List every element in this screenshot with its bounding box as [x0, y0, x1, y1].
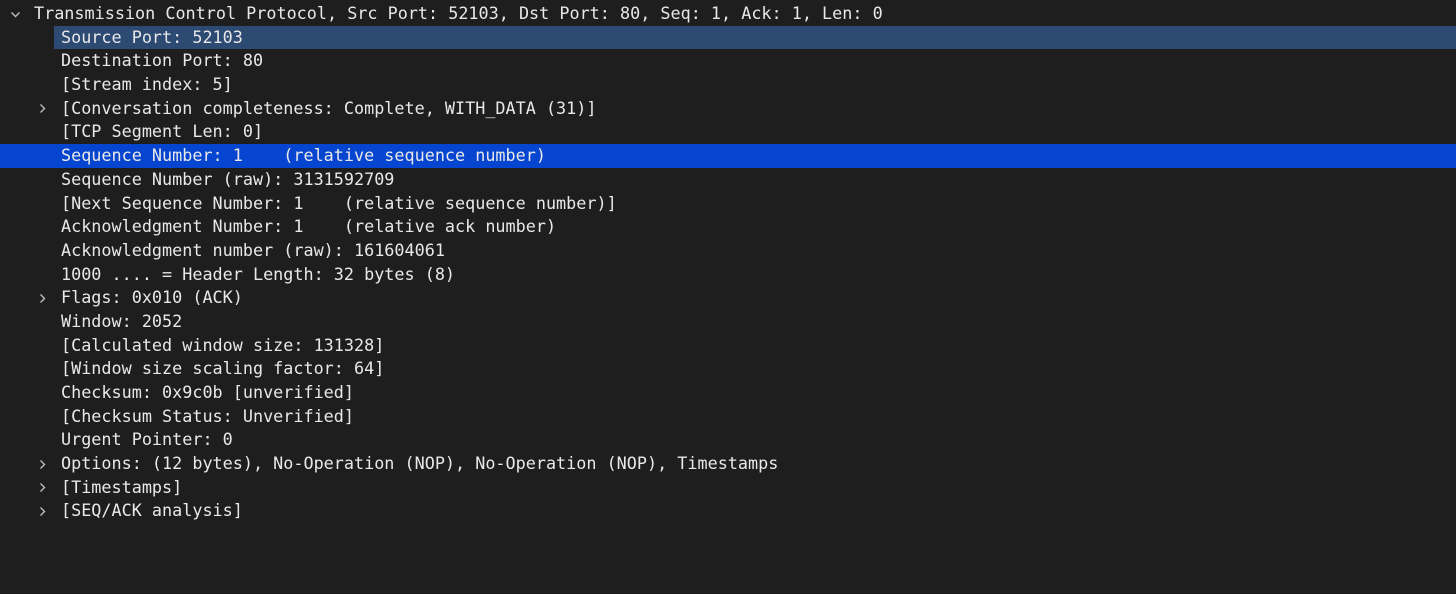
tree-item-checksum[interactable]: Checksum: 0x9c0b [unverified]	[0, 381, 1456, 405]
tree-item-window[interactable]: Window: 2052	[0, 310, 1456, 334]
tree-item-seq-ack-analysis[interactable]: [SEQ/ACK analysis]	[0, 499, 1456, 523]
tree-item-label: Flags: 0x010 (ACK)	[61, 287, 243, 308]
tree-item-flags[interactable]: Flags: 0x010 (ACK)	[0, 286, 1456, 310]
tree-item-sequence-number[interactable]: Sequence Number: 1 (relative sequence nu…	[0, 144, 1456, 168]
packet-details-tree: Transmission Control Protocol, Src Port:…	[0, 0, 1456, 556]
tree-item-label: [Checksum Status: Unverified]	[61, 405, 354, 426]
tree-item-window-size-scaling-factor[interactable]: [Window size scaling factor: 64]	[0, 357, 1456, 381]
tree-item-label: Source Port: 52103	[61, 26, 243, 47]
chevron-right-icon[interactable]	[35, 476, 49, 500]
tree-item-label: Sequence Number (raw): 3131592709	[61, 168, 395, 189]
tree-item-label: 1000 .... = Header Length: 32 bytes (8)	[61, 263, 456, 284]
chevron-right-icon[interactable]	[35, 452, 49, 476]
tree-item-timestamps[interactable]: [Timestamps]	[0, 476, 1456, 500]
tree-item-label: [Next Sequence Number: 1 (relative seque…	[61, 192, 617, 213]
tree-item-acknowledgment-number-raw[interactable]: Acknowledgment number (raw): 161604061	[0, 239, 1456, 263]
tree-item-stream-index[interactable]: [Stream index: 5]	[0, 73, 1456, 97]
tree-item-destination-port[interactable]: Destination Port: 80	[0, 49, 1456, 73]
tree-item-label: [TCP Segment Len: 0]	[61, 121, 264, 142]
tree-item-label: [SEQ/ACK analysis]	[61, 500, 243, 521]
tree-item-label: Checksum: 0x9c0b [unverified]	[61, 382, 354, 402]
chevron-right-icon[interactable]	[35, 286, 49, 310]
tree-item-label: Transmission Control Protocol, Src Port:…	[34, 3, 883, 23]
tree-item-label: Urgent Pointer: 0	[61, 429, 233, 450]
tree-item-label: Acknowledgment Number: 1 (relative ack n…	[61, 216, 557, 237]
tree-item-label: Sequence Number: 1 (relative sequence nu…	[61, 145, 546, 166]
tree-item-next-sequence-number[interactable]: [Next Sequence Number: 1 (relative seque…	[0, 192, 1456, 216]
tree-item-label: [Window size scaling factor: 64]	[61, 358, 385, 379]
tree-item-acknowledgment-number[interactable]: Acknowledgment Number: 1 (relative ack n…	[0, 215, 1456, 239]
tree-item-tcp-segment-len[interactable]: [TCP Segment Len: 0]	[0, 120, 1456, 144]
chevron-down-icon[interactable]	[8, 2, 22, 26]
tree-item-checksum-status[interactable]: [Checksum Status: Unverified]	[0, 405, 1456, 429]
tree-item-label: [Stream index: 5]	[61, 74, 233, 95]
tree-item-options[interactable]: Options: (12 bytes), No-Operation (NOP),…	[0, 452, 1456, 476]
tree-item-conversation-completeness[interactable]: [Conversation completeness: Complete, WI…	[0, 97, 1456, 121]
tree-item-label: Options: (12 bytes), No-Operation (NOP),…	[61, 453, 779, 474]
tree-item-urgent-pointer[interactable]: Urgent Pointer: 0	[0, 428, 1456, 452]
tree-item-label: Window: 2052	[61, 310, 183, 331]
tree-item-label: [Conversation completeness: Complete, WI…	[61, 97, 597, 118]
tree-item-source-port[interactable]: Source Port: 52103	[0, 25, 1456, 50]
tree-item-header-length[interactable]: 1000 .... = Header Length: 32 bytes (8)	[0, 263, 1456, 287]
tree-item-sequence-number-raw[interactable]: Sequence Number (raw): 3131592709	[0, 168, 1456, 192]
chevron-right-icon[interactable]	[35, 499, 49, 523]
tree-item-calculated-window-size[interactable]: [Calculated window size: 131328]	[0, 334, 1456, 358]
chevron-right-icon[interactable]	[35, 97, 49, 121]
tree-item-label: [Calculated window size: 131328]	[61, 334, 385, 355]
tree-item-label: Destination Port: 80	[61, 50, 264, 71]
tree-item-tcp-root[interactable]: Transmission Control Protocol, Src Port:…	[0, 2, 1456, 26]
tree-item-label: Acknowledgment number (raw): 161604061	[61, 239, 445, 260]
tree-item-label: [Timestamps]	[61, 476, 183, 497]
